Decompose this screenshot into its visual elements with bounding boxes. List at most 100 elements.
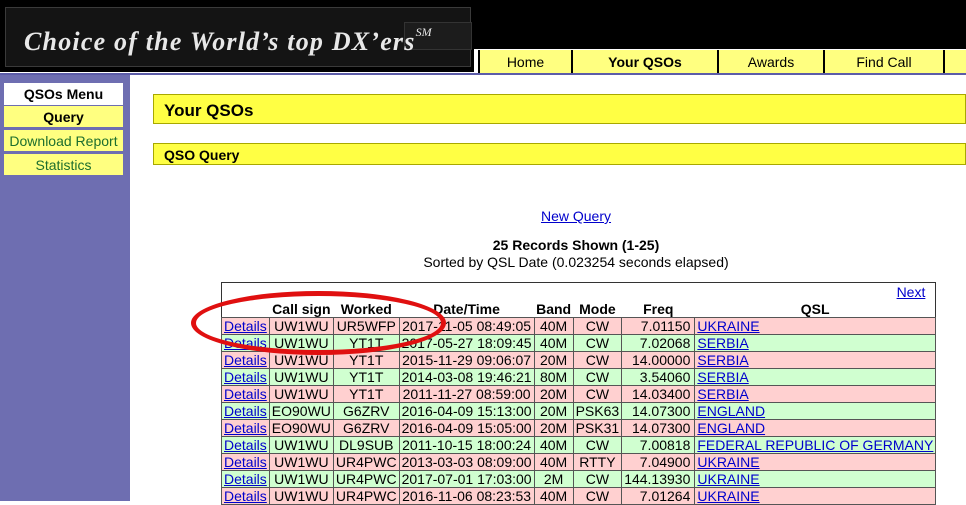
freq-cell: 14.00000 [621, 351, 696, 369]
qsl-link[interactable]: UKRAINE [697, 488, 759, 504]
datetime-cell: 2016-04-09 15:13:00 [398, 402, 535, 420]
qsl-cell: UKRAINE [694, 470, 937, 488]
sidebar-item-query[interactable]: Query [4, 106, 123, 127]
mode-cell: CW [572, 351, 623, 369]
details-link[interactable]: Details [224, 471, 267, 487]
qsl-link[interactable]: SERBIA [697, 369, 748, 385]
qsl-link[interactable]: ENGLAND [697, 420, 765, 436]
new-query-link[interactable]: New Query [541, 208, 611, 224]
call-sign-cell: UW1WU [268, 453, 334, 471]
details-cell: Details [221, 453, 270, 471]
new-query-row: New Query [0, 208, 966, 224]
sidebar-item-statistics[interactable]: Statistics [4, 154, 123, 175]
mode-cell: RTTY [572, 453, 623, 471]
freq-cell: 7.02068 [621, 334, 696, 352]
qsl-cell: ENGLAND [694, 419, 937, 437]
worked-cell: YT1T [332, 385, 400, 403]
band-cell: 80M [533, 368, 574, 386]
qsl-cell: SERBIA [694, 334, 937, 352]
worked-cell: UR4PWC [332, 470, 400, 488]
mode-cell: CW [572, 368, 623, 386]
table-row: Details UW1WU UR4PWC 2013-03-03 08:09:00 40M… [221, 453, 937, 471]
details-link[interactable]: Details [224, 318, 267, 334]
col-details-header [222, 300, 270, 318]
nav-find-call[interactable]: Find Call [823, 50, 943, 73]
band-cell: 40M [533, 317, 574, 335]
table-row: Details UW1WU UR4PWC 2016-11-06 08:23:53 40M… [221, 487, 937, 505]
table-nav-row: Next [222, 283, 936, 301]
details-link[interactable]: Details [224, 420, 267, 436]
band-cell: 20M [533, 385, 574, 403]
qsl-link[interactable]: UKRAINE [697, 318, 759, 334]
details-link[interactable]: Details [224, 335, 267, 351]
service-mark: SM [415, 25, 432, 40]
band-cell: 40M [533, 334, 574, 352]
call-sign-cell: UW1WU [268, 436, 334, 454]
worked-cell: UR4PWC [332, 487, 400, 505]
datetime-cell: 2017-05-27 18:09:45 [398, 334, 535, 352]
call-sign-cell: EO90WU [268, 402, 334, 420]
nav-awards[interactable]: Awards [717, 50, 823, 73]
call-sign-cell: UW1WU [268, 351, 334, 369]
nav-more[interactable] [943, 50, 966, 73]
details-link[interactable]: Details [224, 369, 267, 385]
qsl-link[interactable]: SERBIA [697, 352, 748, 368]
qsl-link[interactable]: ENGLAND [697, 403, 765, 419]
band-cell: 20M [533, 419, 574, 437]
band-cell: 40M [533, 487, 574, 505]
mode-cell: PSK63 [572, 402, 623, 420]
table-row: Details EO90WU G6ZRV 2016-04-09 15:13:00 20M… [221, 402, 937, 420]
band-cell: 40M [533, 453, 574, 471]
section-title: QSO Query [153, 143, 966, 165]
mode-cell: CW [572, 385, 623, 403]
datetime-cell: 2013-03-03 08:09:00 [398, 453, 535, 471]
next-link[interactable]: Next [897, 284, 926, 300]
details-link[interactable]: Details [224, 386, 267, 402]
details-cell: Details [221, 317, 270, 335]
call-sign-cell: UW1WU [268, 317, 334, 335]
details-link[interactable]: Details [224, 403, 267, 419]
table-row: Details UW1WU YT1T 2014-03-08 19:46:21 80M CW… [221, 368, 937, 386]
qsl-link[interactable]: UKRAINE [697, 471, 759, 487]
worked-cell: UR4PWC [332, 453, 400, 471]
banner-panel: Choice of the World’s top DX’ersSM [5, 7, 472, 67]
details-link[interactable]: Details [224, 454, 267, 470]
worked-cell: UR5WFP [332, 317, 400, 335]
worked-cell: G6ZRV [332, 419, 400, 437]
details-link[interactable]: Details [224, 437, 267, 453]
details-link[interactable]: Details [224, 488, 267, 504]
qsl-cell: UKRAINE [694, 453, 937, 471]
col-call-sign-header: Call sign [272, 300, 331, 317]
details-cell: Details [221, 368, 270, 386]
qsl-link[interactable]: FEDERAL REPUBLIC OF GERMANY [697, 437, 933, 453]
table-row: Details UW1WU YT1T 2011-11-27 08:59:00 20M CW… [221, 385, 937, 403]
datetime-cell: 2015-11-29 09:06:07 [398, 351, 535, 369]
qsl-link[interactable]: SERBIA [697, 386, 748, 402]
datetime-cell: 2011-10-15 18:00:24 [398, 436, 535, 454]
details-cell: Details [221, 419, 270, 437]
band-cell: 40M [533, 436, 574, 454]
table-row: Details UW1WU UR5WFP 2017-11-05 08:49:05 40M… [221, 317, 937, 335]
band-cell: 20M [533, 402, 574, 420]
details-link[interactable]: Details [224, 352, 267, 368]
nav-your-qsos[interactable]: Your QSOs [571, 50, 717, 73]
table-header-row: Call sign Worked Date/Time Band Mode Freq QSL [222, 300, 936, 318]
mode-cell: CW [572, 470, 623, 488]
nav-home[interactable]: Home [478, 50, 571, 73]
freq-cell: 144.13930 [621, 470, 696, 488]
details-cell: Details [221, 385, 270, 403]
qsl-link[interactable]: SERBIA [697, 335, 748, 351]
qsl-link[interactable]: UKRAINE [697, 454, 759, 470]
qsl-cell: UKRAINE [694, 317, 937, 335]
sort-info: Sorted by QSL Date (0.023254 seconds ela… [423, 254, 729, 270]
worked-cell: YT1T [332, 334, 400, 352]
sidebar-item-download-report[interactable]: Download Report [4, 130, 123, 151]
freq-cell: 7.01150 [621, 317, 696, 335]
call-sign-cell: UW1WU [268, 385, 334, 403]
qsl-cell: SERBIA [694, 368, 937, 386]
call-sign-cell: EO90WU [268, 419, 334, 437]
worked-cell: DL9SUB [332, 436, 400, 454]
call-sign-cell: UW1WU [268, 334, 334, 352]
mode-cell: CW [572, 436, 623, 454]
qsl-cell: SERBIA [694, 351, 937, 369]
